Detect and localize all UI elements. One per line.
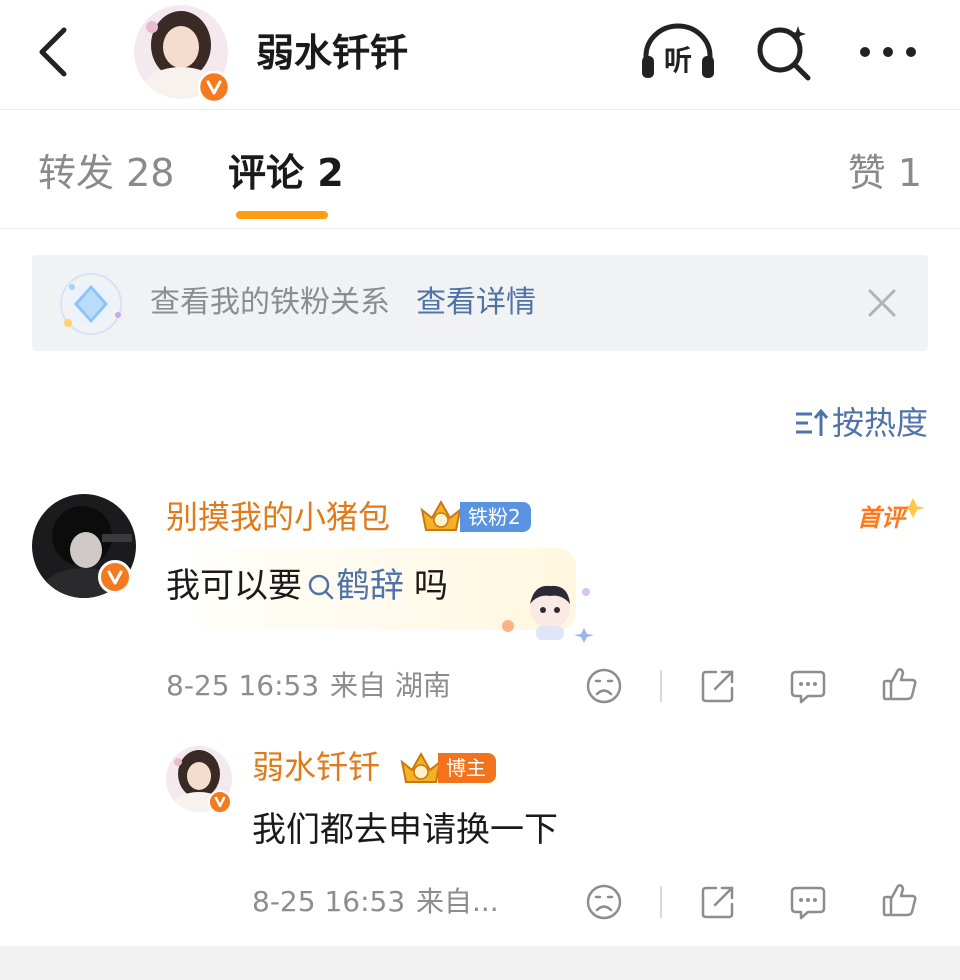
view-details-link[interactable]: 查看详情 <box>416 281 536 325</box>
page-title[interactable]: 弱水钎钎 <box>256 26 408 80</box>
reply-time: 8-25 16:53 <box>252 885 406 918</box>
comment-text: 我可以要 鹤辞 吗 <box>166 562 448 610</box>
cartoon-sticker <box>502 585 594 643</box>
action-divider <box>660 886 662 918</box>
commenter-name[interactable]: 别摸我的小猪包 <box>166 494 390 540</box>
headphones-icon: 听 <box>642 23 714 78</box>
tab-comments[interactable]: 评论 2 <box>228 149 344 197</box>
close-icon <box>868 289 896 317</box>
tab-likes[interactable]: 赞 1 <box>848 149 922 197</box>
sort-label: 按热度 <box>831 404 928 442</box>
search-button[interactable] <box>754 22 814 82</box>
fan-relation-banner: 查看我的铁粉关系 查看详情 <box>32 255 928 351</box>
banner-text: 查看我的铁粉关系 <box>150 285 390 320</box>
sort-button[interactable]: 按热度 <box>794 400 928 446</box>
share-icon[interactable] <box>698 666 738 706</box>
verified-badge-icon <box>98 560 132 594</box>
share-icon[interactable] <box>698 882 738 922</box>
back-button[interactable] <box>30 22 80 82</box>
reply-source: 来自... <box>416 885 499 918</box>
avatar[interactable] <box>134 5 230 103</box>
comment-time: 8-25 16:53 <box>166 669 320 702</box>
thumbs-up-icon[interactable] <box>880 664 920 704</box>
verified-badge-icon <box>208 790 232 814</box>
active-tab-indicator <box>236 211 328 219</box>
first-comment-tag: 首评 <box>855 494 935 540</box>
bottom-divider <box>0 946 960 980</box>
commenter-avatar[interactable] <box>32 494 136 598</box>
svg-text:首评: 首评 <box>857 504 909 532</box>
fan-level-badge[interactable]: 铁粉2 <box>460 502 531 532</box>
more-button[interactable] <box>856 34 920 70</box>
close-banner-button[interactable] <box>864 285 900 321</box>
listen-button[interactable]: 听 <box>640 22 716 82</box>
reply-author-name[interactable]: 弱水钎钎 <box>252 744 380 790</box>
tab-reposts[interactable]: 转发 28 <box>38 149 174 197</box>
svg-text:听: 听 <box>664 44 692 77</box>
dislike-face-icon[interactable] <box>584 666 624 706</box>
top-bar: 弱水钎钎 听 <box>0 0 960 110</box>
comment-icon[interactable] <box>788 882 828 922</box>
chevron-left-icon <box>39 27 67 77</box>
comment-source: 来自 湖南 <box>330 669 451 702</box>
tab-bar: 转发 28 评论 2 赞 1 <box>0 111 960 229</box>
more-dots-icon <box>860 47 916 57</box>
search-icon <box>308 574 334 600</box>
verified-badge-icon <box>198 71 230 103</box>
author-badge: 博主 <box>438 753 496 783</box>
search-icon <box>757 26 811 81</box>
reply-avatar[interactable] <box>166 746 232 814</box>
crown-icon <box>420 499 462 531</box>
keyword-link[interactable]: 鹤辞 <box>306 562 404 610</box>
diamond-icon <box>56 269 126 339</box>
dislike-face-icon[interactable] <box>584 882 624 922</box>
sort-icon <box>795 408 828 436</box>
thumbs-up-icon[interactable] <box>880 880 920 920</box>
comment-icon[interactable] <box>788 666 828 706</box>
action-divider <box>660 670 662 702</box>
reply-text: 我们都去申请换一下 <box>252 810 558 850</box>
